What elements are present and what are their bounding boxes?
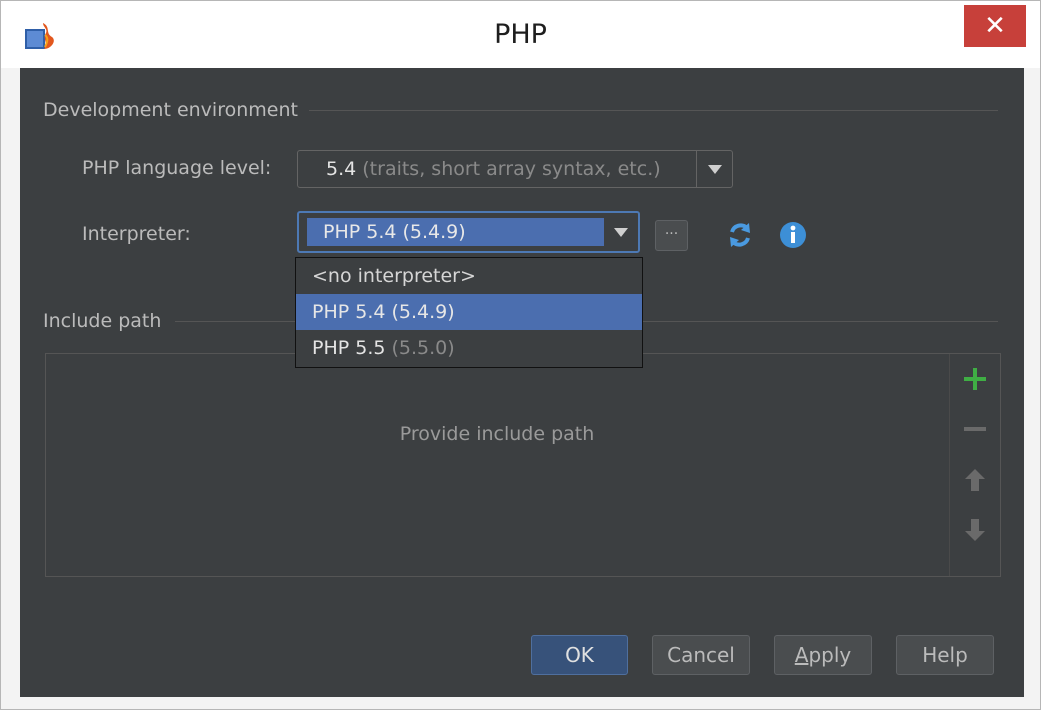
close-button[interactable]: ✕ [964, 5, 1026, 47]
dropdown-item-no-interpreter[interactable]: <no interpreter> [296, 258, 642, 294]
dialog-content: Development environment PHP language lev… [20, 68, 1024, 697]
dropdown-item-php-5-5[interactable]: PHP 5.5 (5.5.0) [296, 330, 642, 366]
minus-icon [964, 427, 986, 431]
php-dialog-window: PHP ✕ Development environment PHP langua… [0, 0, 1041, 710]
language-level-arrow[interactable] [696, 151, 732, 187]
arrow-up-icon [965, 469, 985, 491]
title-bar: PHP ✕ [1, 1, 1040, 68]
language-level-select[interactable]: 5.4 (traits, short array syntax, etc.) [297, 150, 733, 188]
dropdown-item-php-5-4[interactable]: PHP 5.4 (5.4.9) [296, 294, 642, 330]
interpreter-dropdown-list: <no interpreter> PHP 5.4 (5.4.9) PHP 5.5… [295, 257, 643, 368]
refresh-button[interactable] [725, 220, 755, 250]
include-path-panel: Provide include path [45, 353, 1001, 577]
chevron-down-icon [708, 165, 722, 174]
ellipsis-icon: ··· [664, 226, 679, 242]
chevron-down-icon [614, 228, 628, 237]
ok-button[interactable]: OK [531, 635, 628, 675]
interpreter-select[interactable]: PHP 5.4 (5.4.9) [297, 211, 640, 253]
interpreter-value: PHP 5.4 (5.4.9) [307, 218, 604, 246]
move-down-button[interactable] [962, 517, 988, 543]
dev-env-separator [309, 110, 998, 111]
help-button[interactable]: Help [896, 635, 994, 675]
language-level-value: 5.4 (traits, short array syntax, etc.) [326, 158, 661, 180]
include-path-empty-text: Provide include path [399, 423, 595, 445]
cancel-button[interactable]: Cancel [652, 635, 750, 675]
dev-env-section-title: Development environment [43, 99, 298, 121]
refresh-icon [730, 223, 750, 247]
plus-icon [964, 368, 986, 390]
arrow-down-icon [965, 519, 985, 541]
language-level-label: PHP language level: [82, 157, 272, 179]
info-icon [780, 222, 806, 248]
window-title: PHP [494, 19, 547, 50]
info-button[interactable] [778, 220, 808, 250]
close-icon: ✕ [984, 11, 1006, 41]
remove-path-button[interactable] [962, 416, 988, 442]
interpreter-label: Interpreter: [82, 223, 191, 245]
move-up-button[interactable] [962, 467, 988, 493]
browse-interpreter-button[interactable]: ··· [655, 220, 688, 251]
include-path-section-title: Include path [43, 310, 162, 332]
include-path-toolbar [949, 354, 1000, 576]
interpreter-arrow[interactable] [605, 217, 637, 247]
add-path-button[interactable] [962, 366, 988, 392]
apply-button[interactable]: Apply [774, 635, 872, 675]
